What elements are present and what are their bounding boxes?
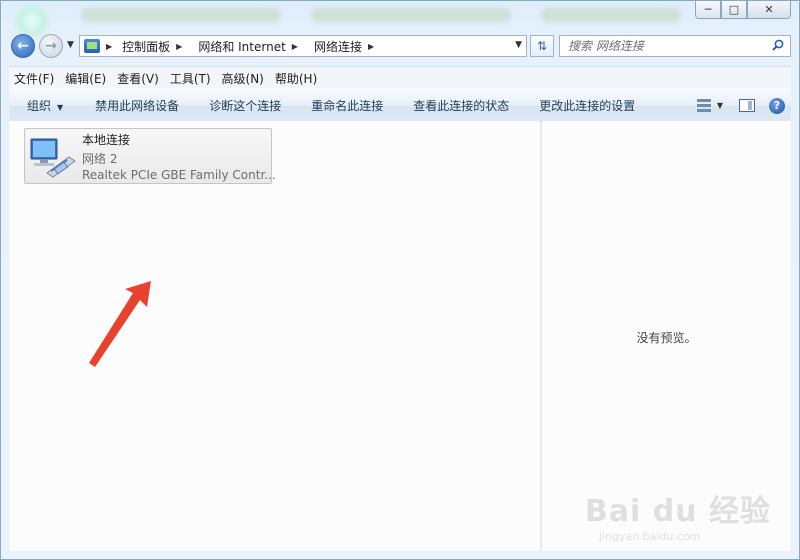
diagnose-connection-button[interactable]: 诊断这个连接 <box>193 97 295 114</box>
command-bar: 组织 ▼ 禁用此网络设备 诊断这个连接 重命名此连接 查看此连接的状态 更改此连接… <box>9 89 791 122</box>
view-status-button[interactable]: 查看此连接的状态 <box>397 97 523 114</box>
search-icon[interactable] <box>772 39 784 51</box>
change-view-icon[interactable] <box>696 98 711 113</box>
breadcrumb-item[interactable]: 网络和 Internet <box>198 38 285 55</box>
view-options-chevron-icon[interactable]: ▼ <box>717 101 723 110</box>
breadcrumb-separator-icon[interactable]: ▶ <box>368 42 374 51</box>
menu-bar: 文件(F) 编辑(E) 查看(V) 工具(T) 高级(N) 帮助(H) <box>9 66 791 89</box>
background-ghost <box>541 8 681 22</box>
disable-device-button[interactable]: 禁用此网络设备 <box>79 97 193 114</box>
explorer-window: ─ □ ✕ ← → ▼ ▶ 控制面板 ▶ 网络和 Internet ▶ 网络连接… <box>0 0 800 560</box>
breadcrumb-separator-icon[interactable]: ▶ <box>176 42 182 51</box>
refresh-button[interactable]: ⇅ <box>530 35 554 57</box>
connection-status: 网络 2 <box>82 152 118 166</box>
rename-connection-button[interactable]: 重命名此连接 <box>295 97 397 114</box>
no-preview-text: 没有预览。 <box>636 331 697 345</box>
address-row: ← → ▼ ▶ 控制面板 ▶ 网络和 Internet ▶ 网络连接 ▶ ▼ ⇅ <box>11 34 791 60</box>
connections-list: 本地连接 网络 2 Realtek PCIe GBE Family Contr.… <box>9 121 540 551</box>
breadcrumb-separator-icon[interactable]: ▶ <box>106 42 112 51</box>
menu-edit[interactable]: 编辑(E) <box>60 70 111 87</box>
maximize-button[interactable]: □ <box>721 1 747 19</box>
minimize-button[interactable]: ─ <box>695 1 721 19</box>
menu-file[interactable]: 文件(F) <box>9 70 59 87</box>
forward-button[interactable]: → <box>39 34 63 58</box>
search-input[interactable] <box>566 36 760 56</box>
network-adapter-icon <box>30 138 76 178</box>
connection-name: 本地连接 <box>82 133 131 147</box>
watermark-logo: Bai du 经验 <box>584 494 771 529</box>
close-button[interactable]: ✕ <box>747 1 791 19</box>
forward-arrow-icon: → <box>45 38 57 54</box>
refresh-icon: ⇅ <box>536 39 548 53</box>
back-arrow-icon: ← <box>17 38 29 54</box>
menu-advanced[interactable]: 高级(N) <box>217 70 269 87</box>
preview-pane-icon[interactable] <box>739 99 755 112</box>
background-ghost <box>311 8 511 22</box>
help-icon[interactable]: ? <box>769 97 785 114</box>
watermark-url: jingyan.baidu.com <box>598 530 701 543</box>
background-ghost <box>81 8 281 22</box>
connection-device: Realtek PCIe GBE Family Contr... <box>82 168 276 182</box>
baidu-watermark: Bai du 经验 jingyan.baidu.com <box>585 486 771 543</box>
breadcrumb-item[interactable]: 控制面板 <box>122 38 170 55</box>
window-controls: ─ □ ✕ <box>695 1 791 19</box>
menu-help[interactable]: 帮助(H) <box>270 70 322 87</box>
organize-button[interactable]: 组织 ▼ <box>9 97 79 114</box>
address-dropdown-icon[interactable]: ▼ <box>515 40 522 50</box>
local-connection-tile[interactable]: 本地连接 网络 2 Realtek PCIe GBE Family Contr.… <box>24 128 276 184</box>
chevron-down-icon: ▼ <box>57 103 64 112</box>
menu-view[interactable]: 查看(V) <box>112 70 164 87</box>
breadcrumb-separator-icon[interactable]: ▶ <box>292 42 298 51</box>
breadcrumb-item[interactable]: 网络连接 <box>314 38 362 55</box>
change-settings-button[interactable]: 更改此连接的设置 <box>523 97 649 114</box>
search-box <box>559 35 791 57</box>
recent-pages-dropdown[interactable]: ▼ <box>67 40 74 50</box>
red-arrow-icon <box>89 281 151 367</box>
menu-tools[interactable]: 工具(T) <box>165 70 216 87</box>
address-bar[interactable]: ▶ 控制面板 ▶ 网络和 Internet ▶ 网络连接 ▶ ▼ <box>79 35 527 57</box>
back-button[interactable]: ← <box>11 34 35 58</box>
control-panel-icon <box>84 39 100 53</box>
